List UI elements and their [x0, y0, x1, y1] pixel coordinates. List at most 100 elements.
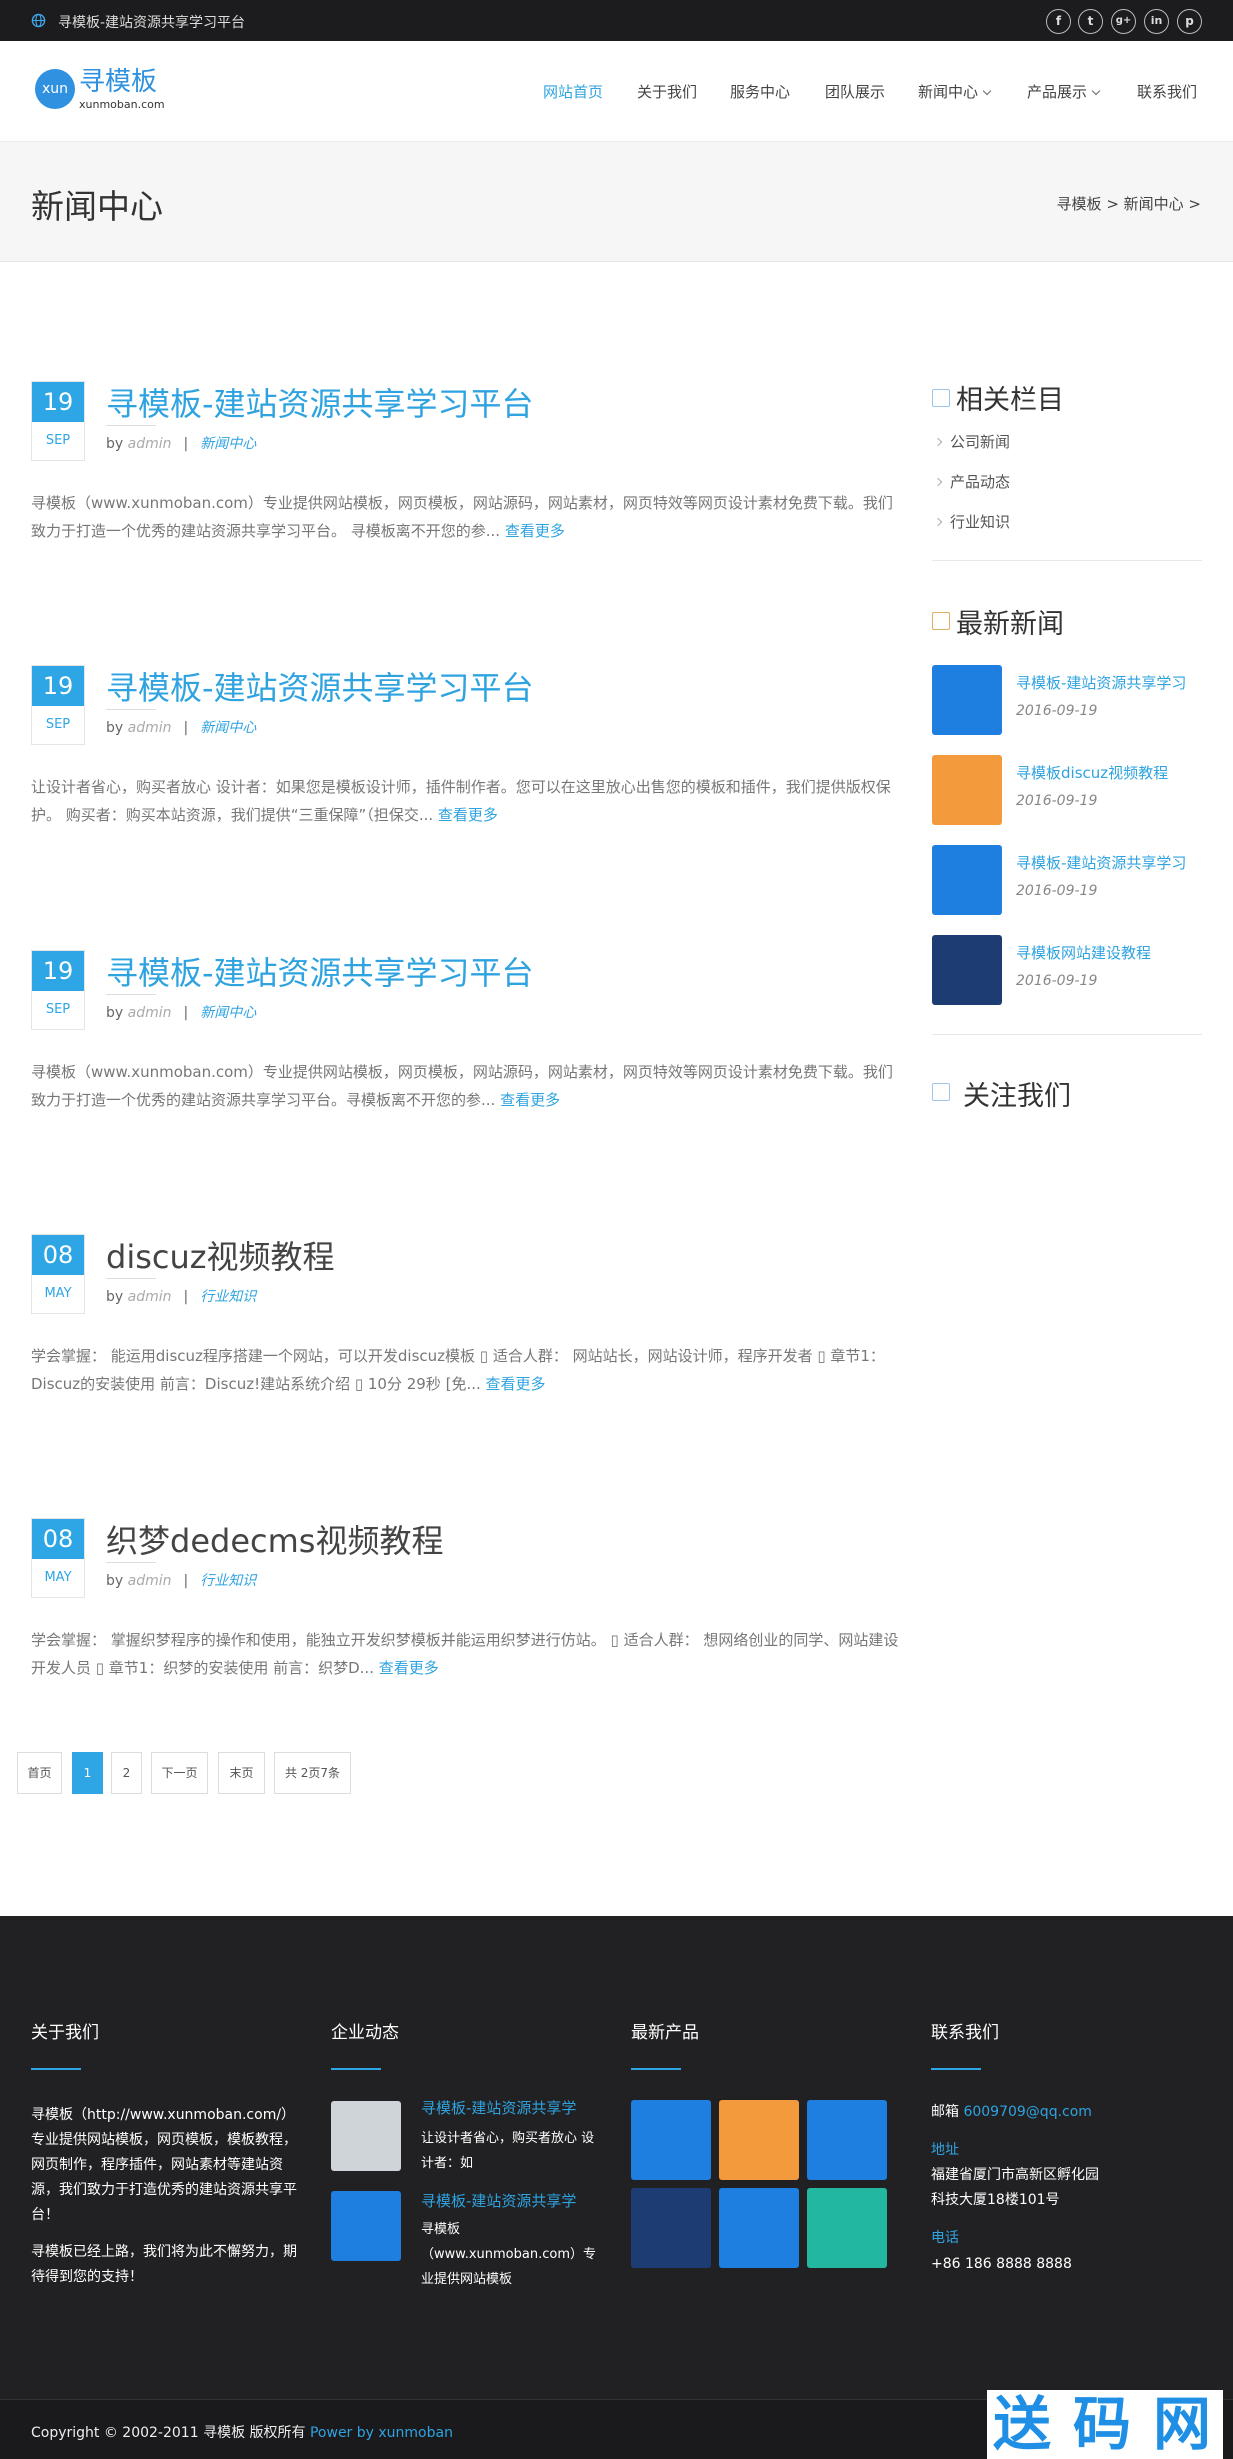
sidebar-link-industry[interactable]: 行业知识 — [950, 511, 1010, 532]
date-badge: 08 MAY — [31, 1234, 85, 1314]
page-2[interactable]: 2 — [111, 1752, 142, 1794]
product-thumbnail[interactable] — [631, 2188, 711, 2268]
date-day: 19 — [32, 382, 84, 422]
product-thumbnail[interactable] — [807, 2100, 887, 2180]
excerpt-text: 学会掌握： 能运用discuz程序搭建一个网站，可以开发discuz模板 ▯ 适… — [31, 1347, 885, 1393]
post-author[interactable]: admin — [128, 720, 172, 736]
post-title[interactable]: 寻模板-建站资源共享学习平台 — [106, 379, 534, 425]
news-title[interactable]: 寻模板-建站资源共享学习 — [1016, 852, 1186, 873]
product-thumbnail[interactable] — [631, 2100, 711, 2180]
news-title[interactable]: 寻模板discuz视频教程 — [1016, 762, 1168, 783]
twitter-icon[interactable]: t — [975, 1134, 1015, 1174]
date-badge: 08 MAY — [31, 1518, 85, 1598]
sidebar-link-product-news[interactable]: 产品动态 — [950, 471, 1010, 492]
power-link[interactable]: Power by xunmoban — [310, 2425, 453, 2441]
post-category[interactable]: 行业知识 — [200, 1289, 256, 1305]
google-plus-icon[interactable]: g+ — [1018, 1134, 1058, 1174]
read-more-link[interactable]: 查看更多 — [505, 522, 565, 540]
sidebar-heading-latest: 最新新闻 — [956, 609, 1064, 640]
share-icon — [932, 1083, 950, 1101]
news-thumbnail[interactable] — [932, 845, 1002, 915]
post-meta: by admin | 新闻中心 — [106, 717, 256, 737]
post-author[interactable]: admin — [128, 1005, 172, 1021]
post-excerpt: 学会掌握： 能运用discuz程序搭建一个网站，可以开发discuz模板 ▯ 适… — [31, 1342, 906, 1398]
post-author[interactable]: admin — [128, 1289, 172, 1305]
footer-heading-contact: 联系我们 — [931, 2023, 999, 2043]
footer-heading-news: 企业动态 — [331, 2023, 399, 2043]
post-title[interactable]: 织梦dedecms视频教程 — [106, 1516, 443, 1562]
post-category[interactable]: 新闻中心 — [200, 436, 256, 452]
by-label: by — [106, 1573, 124, 1589]
date-month: SEP — [45, 1002, 71, 1017]
pinterest-icon[interactable]: p — [1177, 9, 1202, 34]
page-first[interactable]: 首页 — [17, 1752, 62, 1794]
date-month: MAY — [44, 1570, 72, 1585]
logo-text: 寻模板 — [79, 67, 158, 97]
page-1[interactable]: 1 — [72, 1752, 103, 1794]
watermark-char: 送 — [992, 2390, 1051, 2458]
page-last[interactable]: 末页 — [218, 1752, 265, 1794]
news-thumbnail[interactable] — [932, 755, 1002, 825]
title-underline — [106, 425, 156, 426]
post-category[interactable]: 行业知识 — [200, 1573, 256, 1589]
post-title[interactable]: 寻模板-建站资源共享学习平台 — [106, 663, 534, 709]
post-meta: by admin | 新闻中心 — [106, 433, 256, 453]
date-badge: 19 SEP — [31, 950, 85, 1030]
product-thumbnail[interactable] — [719, 2188, 799, 2268]
post-author[interactable]: admin — [128, 436, 172, 452]
facebook-icon[interactable]: f — [1046, 9, 1071, 34]
news-thumbnail[interactable] — [932, 935, 1002, 1005]
post-meta: by admin | 行业知识 — [106, 1286, 256, 1306]
read-more-link[interactable]: 查看更多 — [438, 806, 498, 824]
post-excerpt: 学会掌握： 掌握织梦程序的操作和使用，能独立开发织梦模板并能运用织梦进行仿站。 … — [31, 1626, 906, 1682]
news-title[interactable]: 寻模板-建站资源共享学习 — [1016, 672, 1186, 693]
footer-news-text: 寻模板（www.xunmoban.com）专业提供网站模板 — [421, 2222, 596, 2287]
breadcrumb[interactable]: 寻模板 > 新闻中心 > — [1057, 193, 1201, 214]
date-month: SEP — [45, 433, 71, 448]
read-more-link[interactable]: 查看更多 — [486, 1375, 546, 1393]
rss-icon[interactable]: rss — [1149, 1134, 1189, 1174]
site-tagline: 寻模板-建站资源共享学习平台 — [58, 15, 246, 31]
watermark-char: 网 — [1152, 2390, 1211, 2458]
by-label: by — [106, 436, 124, 452]
nav-products[interactable]: 产品展示 — [1027, 81, 1101, 102]
google-plus-icon[interactable]: g+ — [1111, 9, 1136, 34]
product-thumbnail[interactable] — [719, 2100, 799, 2180]
nav-news[interactable]: 新闻中心 — [918, 81, 992, 102]
email-link[interactable]: 6009709@qq.com — [963, 2104, 1091, 2120]
post-title[interactable]: 寻模板-建站资源共享学习平台 — [106, 948, 534, 994]
twitter-icon[interactable]: t — [1078, 9, 1103, 34]
read-more-link[interactable]: 查看更多 — [379, 1659, 439, 1677]
email-label: 邮箱 — [931, 2104, 959, 2120]
footer-news-title[interactable]: 寻模板-建站资源共享学 — [421, 2189, 576, 2214]
title-underline — [106, 709, 156, 710]
heading-underline — [631, 2068, 681, 2070]
footer-about-text-2: 寻模板已经上路，我们将为此不懈努力，期待得到您的支持！ — [31, 2244, 297, 2285]
post-category[interactable]: 新闻中心 — [200, 720, 256, 736]
linkedin-icon[interactable]: in — [1144, 9, 1169, 34]
sidebar-link-company-news[interactable]: 公司新闻 — [950, 431, 1010, 452]
news-thumbnail[interactable] — [932, 665, 1002, 735]
post-category[interactable]: 新闻中心 — [200, 1005, 256, 1021]
nav-news-label: 新闻中心 — [918, 83, 979, 101]
nav-services[interactable]: 服务中心 — [730, 81, 790, 102]
read-more-link[interactable]: 查看更多 — [500, 1091, 560, 1109]
facebook-icon[interactable]: f — [932, 1134, 972, 1174]
nav-home[interactable]: 网站首页 — [543, 81, 603, 102]
nav-team[interactable]: 团队展示 — [825, 81, 885, 102]
pinterest-icon[interactable]: p — [1105, 1134, 1145, 1174]
news-thumbnail[interactable] — [331, 2191, 401, 2261]
news-title[interactable]: 寻模板网站建设教程 — [1016, 942, 1151, 963]
product-thumbnail[interactable] — [807, 2188, 887, 2268]
nav-contact[interactable]: 联系我们 — [1137, 81, 1197, 102]
page-next[interactable]: 下一页 — [151, 1752, 208, 1794]
nav-products-label: 产品展示 — [1027, 83, 1088, 101]
footer-news-title[interactable]: 寻模板-建站资源共享学 — [421, 2096, 576, 2121]
post-title[interactable]: discuz视频教程 — [106, 1232, 335, 1278]
footer-heading-about: 关于我们 — [31, 2023, 99, 2043]
nav-about[interactable]: 关于我们 — [637, 81, 697, 102]
post-author[interactable]: admin — [128, 1573, 172, 1589]
linkedin-icon[interactable]: in — [1062, 1134, 1102, 1174]
title-underline — [106, 994, 156, 995]
news-thumbnail[interactable] — [331, 2101, 401, 2171]
